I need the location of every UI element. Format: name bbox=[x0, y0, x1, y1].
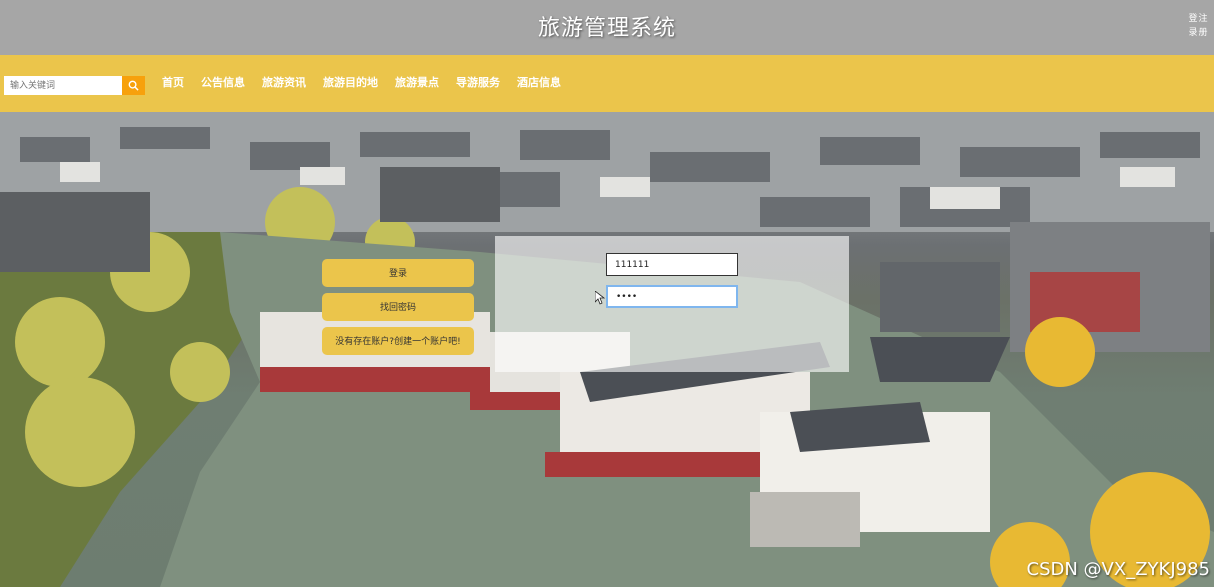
login-button[interactable]: 登录 bbox=[322, 259, 474, 287]
nav-item-hotels[interactable]: 酒店信息 bbox=[517, 75, 561, 91]
forgot-password-button[interactable]: 找回密码 bbox=[322, 293, 474, 321]
login-link-part1[interactable]: 登 bbox=[1188, 12, 1198, 26]
login-link-part2[interactable]: 录 bbox=[1188, 26, 1198, 40]
auth-links: 登注 录册 bbox=[1188, 12, 1210, 40]
register-link-part1[interactable]: 注 bbox=[1198, 12, 1208, 26]
watermark: CSDN @VX_ZYKJ985 bbox=[1026, 559, 1210, 580]
nav-item-announcements[interactable]: 公告信息 bbox=[201, 75, 245, 91]
nav-item-travel-news[interactable]: 旅游资讯 bbox=[262, 75, 306, 91]
register-link-part2[interactable]: 册 bbox=[1198, 26, 1208, 40]
mouse-cursor-icon bbox=[595, 291, 605, 305]
search-input[interactable] bbox=[4, 76, 122, 95]
nav-item-attractions[interactable]: 旅游景点 bbox=[395, 75, 439, 91]
header-bar: 旅游管理系统 登注 录册 bbox=[0, 0, 1214, 55]
site-title: 旅游管理系统 bbox=[537, 16, 676, 41]
nav-item-destinations[interactable]: 旅游目的地 bbox=[323, 75, 378, 91]
nav-menu: 首页 公告信息 旅游资讯 旅游目的地 旅游景点 导游服务 酒店信息 bbox=[162, 75, 578, 91]
nav-item-guide-services[interactable]: 导游服务 bbox=[456, 75, 500, 91]
password-field[interactable] bbox=[606, 285, 738, 308]
nav-item-home[interactable]: 首页 bbox=[162, 75, 184, 91]
search-button[interactable] bbox=[122, 76, 145, 95]
nav-bar: 首页 公告信息 旅游资讯 旅游目的地 旅游景点 导游服务 酒店信息 bbox=[0, 55, 1214, 112]
search-icon bbox=[128, 80, 139, 91]
username-field[interactable] bbox=[606, 253, 738, 276]
create-account-button[interactable]: 没有存在账户?创建一个账户吧! bbox=[322, 327, 474, 355]
